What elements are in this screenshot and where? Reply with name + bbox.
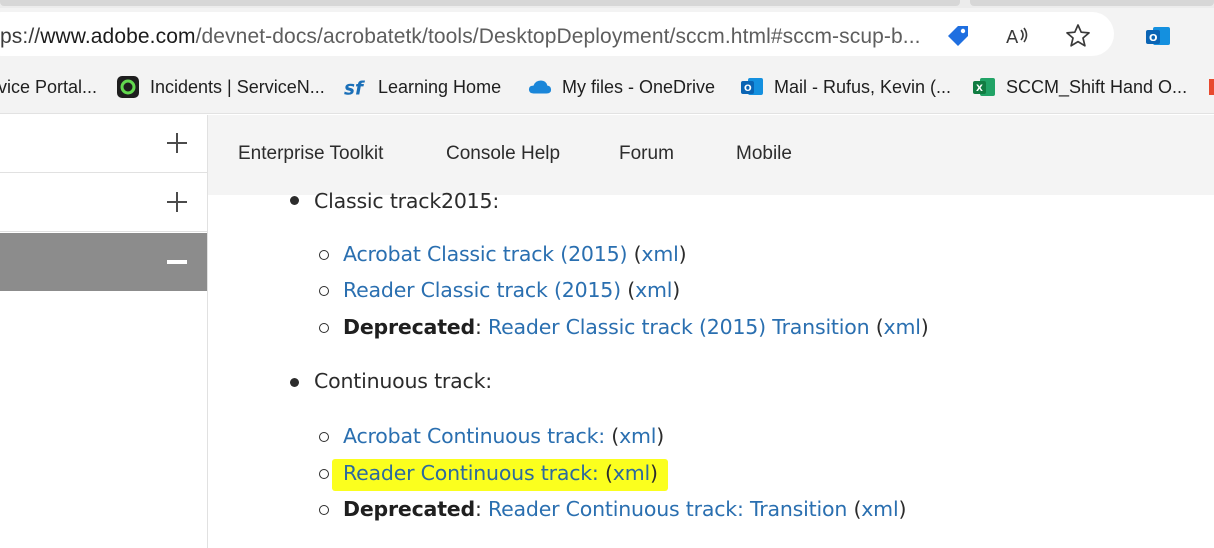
acrobat-continuous-link[interactable]: Acrobat Continuous track: <box>343 424 605 448</box>
svg-text:A: A <box>1006 27 1019 48</box>
bookmark-onedrive[interactable]: My files - OneDrive <box>528 74 715 100</box>
sidebar-section-active[interactable] <box>0 233 207 291</box>
favorite-star-icon[interactable] <box>1064 22 1092 50</box>
successfactors-icon: sf <box>344 75 368 99</box>
xml-link[interactable]: xml <box>619 424 656 448</box>
bookmark-label: Incidents | ServiceN... <box>150 76 325 97</box>
onedrive-icon <box>528 75 552 99</box>
bookmark-service-portal[interactable]: vice Portal... <box>0 74 97 100</box>
expand-plus-icon[interactable] <box>167 192 187 212</box>
xml-link[interactable]: xml <box>884 315 921 339</box>
address-bar-row: ps://www.adobe.com/devnet-docs/acrobatet… <box>0 8 1214 60</box>
svg-text:sf: sf <box>344 78 365 99</box>
inactive-tab-edge[interactable] <box>970 0 1214 6</box>
list-bullet <box>290 378 299 387</box>
list-item: Acrobat Classic track (2015) (xml) <box>343 242 687 266</box>
main-content: Classic track2015: Acrobat Classic track… <box>208 189 1214 548</box>
nav-console-help[interactable]: Console Help <box>446 143 560 165</box>
extension-edge-icon[interactable] <box>1200 22 1214 50</box>
servicenow-icon <box>116 75 140 99</box>
acrobat-classic-link[interactable]: Acrobat Classic track (2015) <box>343 242 627 266</box>
sublist-circle <box>319 432 329 442</box>
outlook-icon: O <box>740 75 764 99</box>
classic-track-heading: Classic track2015: <box>314 189 500 213</box>
continuous-track-heading: Continuous track: <box>314 369 492 393</box>
svg-text:O: O <box>1149 33 1158 44</box>
nav-enterprise-toolkit[interactable]: Enterprise Toolkit <box>238 143 383 165</box>
reader-continuous-link[interactable]: Reader Continuous track: <box>343 461 599 485</box>
tab-strip <box>0 0 1214 8</box>
bookmark-mail[interactable]: O Mail - Rufus, Kevin (... <box>740 74 951 100</box>
office-icon <box>1202 75 1214 99</box>
reader-classic-link[interactable]: Reader Classic track (2015) <box>343 278 621 302</box>
list-item-highlighted: Reader Continuous track: (xml) <box>343 461 658 485</box>
bookmark-overflow[interactable] <box>1202 74 1214 100</box>
sublist-circle <box>319 469 329 479</box>
svg-text:O: O <box>744 84 752 94</box>
list-item: Acrobat Continuous track: (xml) <box>343 424 665 448</box>
read-aloud-icon[interactable]: A <box>1004 22 1032 50</box>
deprecated-label: Deprecated <box>343 315 475 339</box>
url-scheme: ps:// <box>0 25 41 48</box>
bookmark-label: My files - OneDrive <box>562 76 716 97</box>
url-text[interactable]: ps://www.adobe.com/devnet-docs/acrobatet… <box>0 25 921 49</box>
url-host: www.adobe.com <box>40 25 196 48</box>
tag-icon[interactable] <box>944 22 972 50</box>
sidebar <box>0 115 208 548</box>
reader-continuous-transition-link[interactable]: Reader Continuous track: Transition <box>488 497 847 521</box>
sidebar-section-1[interactable] <box>0 115 207 173</box>
sidebar-section-2[interactable] <box>0 174 207 232</box>
list-item: Deprecated: Reader Classic track (2015) … <box>343 315 929 339</box>
xml-link[interactable]: xml <box>635 278 672 302</box>
sublist-circle <box>319 505 329 515</box>
xml-link[interactable]: xml <box>613 461 650 485</box>
list-bullet <box>290 196 299 205</box>
svg-text:X: X <box>976 84 983 94</box>
bookmark-label: vice Portal... <box>0 76 98 97</box>
bookmark-sccm-shift[interactable]: X SCCM_Shift Hand O... <box>972 74 1187 100</box>
expand-plus-icon[interactable] <box>167 133 187 153</box>
sublist-circle <box>319 286 329 296</box>
top-navigation: Enterprise Toolkit Console Help Forum Mo… <box>208 115 1214 195</box>
deprecated-label: Deprecated <box>343 497 475 521</box>
bookmark-label: SCCM_Shift Hand O... <box>1006 76 1188 97</box>
nav-forum[interactable]: Forum <box>619 143 674 165</box>
list-item: Reader Classic track (2015) (xml) <box>343 278 681 302</box>
nav-mobile[interactable]: Mobile <box>736 143 792 165</box>
bookmark-label: Mail - Rufus, Kevin (... <box>774 76 952 97</box>
bookmark-learning-home[interactable]: sf Learning Home <box>344 74 501 100</box>
bookmark-incidents[interactable]: Incidents | ServiceN... <box>116 74 325 100</box>
bookmarks-bar: vice Portal... Incidents | ServiceN... s… <box>0 60 1214 114</box>
url-path: /devnet-docs/acrobatetk/tools/DesktopDep… <box>195 25 921 48</box>
active-tab-edge[interactable] <box>0 0 960 6</box>
bookmark-label: Learning Home <box>378 76 502 97</box>
sublist-circle <box>319 250 329 260</box>
outlook-icon[interactable]: O <box>1144 22 1172 50</box>
list-item: Deprecated: Reader Continuous track: Tra… <box>343 497 907 521</box>
collapse-minus-icon[interactable] <box>167 260 187 264</box>
xml-link[interactable]: xml <box>861 497 898 521</box>
xml-link[interactable]: xml <box>641 242 678 266</box>
reader-classic-transition-link[interactable]: Reader Classic track (2015) Transition <box>488 315 870 339</box>
sublist-circle <box>319 323 329 333</box>
excel-icon: X <box>972 75 996 99</box>
